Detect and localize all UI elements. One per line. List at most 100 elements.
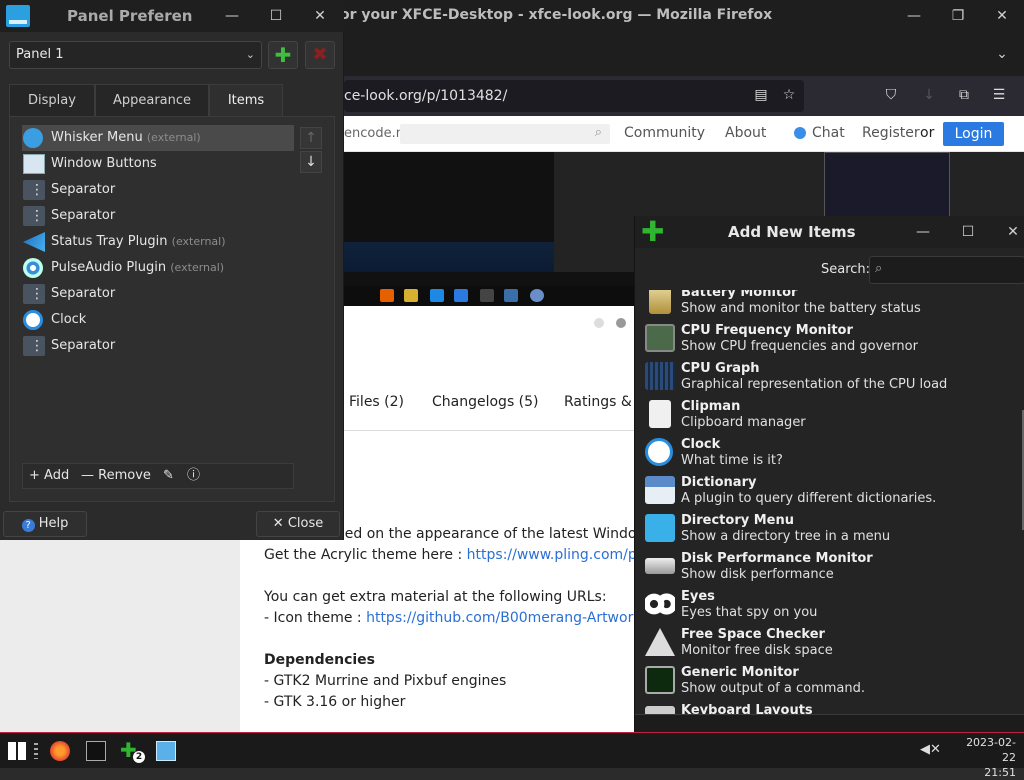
search-icon: ⌕ <box>875 261 883 276</box>
nav-chat[interactable]: Chat <box>812 125 845 141</box>
item-ext: (external) <box>171 235 226 248</box>
list-item[interactable]: Window Buttons <box>22 151 294 177</box>
clock-icon <box>645 438 673 466</box>
nav-register[interactable]: Register <box>862 125 920 141</box>
store-icon <box>430 289 444 302</box>
list-item[interactable]: Dictionary A plugin to query different d… <box>635 472 1024 510</box>
plugin-desc: Show CPU frequencies and governor <box>681 339 918 354</box>
left-gutter <box>0 540 240 732</box>
carousel-dot-active[interactable] <box>616 318 626 328</box>
list-item[interactable]: Clock What time is it? <box>635 434 1024 472</box>
extensions-icon[interactable]: ⧉ <box>955 86 973 104</box>
downloads-icon[interactable]: ↓ <box>920 86 938 104</box>
add-item-button[interactable]: + Add <box>29 464 69 488</box>
list-item[interactable]: Keyboard Layouts <box>635 700 1024 714</box>
tab-appearance[interactable]: Appearance <box>95 84 209 116</box>
list-item[interactable]: Eyes Eyes that spy on you <box>635 586 1024 624</box>
remove-item-button[interactable]: — Remove <box>81 464 151 488</box>
list-item[interactable]: Directory Menu Show a directory tree in … <box>635 510 1024 548</box>
settings-icon <box>504 289 518 302</box>
close-button[interactable]: ✕ Close <box>256 511 340 537</box>
close-icon[interactable]: ✕ <box>1003 222 1023 242</box>
list-item[interactable]: Clock <box>22 307 294 333</box>
panel-preferences-titlebar[interactable]: Panel Preferen — ☐ ✕ <box>0 0 344 32</box>
search-label: Search: <box>821 262 871 277</box>
list-item[interactable]: PulseAudio Plugin (external) <box>22 255 294 281</box>
list-item[interactable]: Generic Monitor Show output of a command… <box>635 662 1024 700</box>
terminal-icon[interactable] <box>86 741 106 761</box>
list-item[interactable]: Status Tray Plugin (external) <box>22 229 294 255</box>
edit-item-button[interactable]: ✎ <box>163 464 174 488</box>
tab-changelogs[interactable]: Changelogs (5) <box>432 394 539 410</box>
list-item[interactable]: Battery Monitor Show and monitor the bat… <box>635 290 1024 320</box>
minimize-icon[interactable]: — <box>904 6 924 26</box>
search-input[interactable]: ⌕ <box>869 256 1024 284</box>
pling-link[interactable]: https://www.pling.com/p/12 <box>467 547 660 563</box>
plugin-name: Battery Monitor <box>681 290 798 300</box>
desc-line-2: Get the Acrylic theme here : https://www… <box>264 547 659 563</box>
desc-acrylic: Get the Acrylic theme here : <box>264 547 463 563</box>
list-item[interactable]: Separator <box>22 333 294 359</box>
tab-items[interactable]: Items <box>209 84 283 116</box>
move-up-button[interactable]: ↑ <box>300 127 322 149</box>
desc-icon-theme: - Icon theme : <box>264 610 362 626</box>
nav-community[interactable]: Community <box>624 125 705 141</box>
site-search-input[interactable]: ⌕ <box>400 124 610 144</box>
panel-select[interactable]: Panel 1 ⌄ <box>9 41 262 69</box>
list-item[interactable]: Free Space Checker Monitor free disk spa… <box>635 624 1024 662</box>
plugin-desc: What time is it? <box>681 453 783 468</box>
list-item[interactable]: Clipman Clipboard manager <box>635 396 1024 434</box>
items-toolbar: + Add — Remove ✎ ⓘ <box>22 463 294 489</box>
move-down-button[interactable]: ↓ <box>300 151 322 173</box>
volume-muted-icon[interactable]: ◀✕ <box>920 742 941 762</box>
clock-icon <box>23 310 43 330</box>
remove-label: Remove <box>98 468 151 483</box>
github-link[interactable]: https://github.com/B00merang-Artwork/W <box>366 610 660 626</box>
help-button[interactable]: ? Help <box>3 511 87 537</box>
list-item[interactable]: Separator <box>22 281 294 307</box>
start-menu-icon[interactable] <box>8 742 26 760</box>
list-item[interactable]: Disk Performance Monitor Show disk perfo… <box>635 548 1024 586</box>
firefox-icon <box>380 289 394 302</box>
item-label: Clock <box>51 312 87 327</box>
maximize-icon[interactable]: ☐ <box>266 6 286 26</box>
list-item[interactable]: Whisker Menu (external) <box>22 125 294 151</box>
url-bar[interactable]: ce-look.org/p/1013482/ ▤ ☆ <box>344 80 804 112</box>
site-search-fragment: encode.n <box>344 126 404 141</box>
pocket-icon[interactable]: ⛉ <box>882 86 900 104</box>
close-icon[interactable]: ✕ <box>992 6 1012 26</box>
login-button[interactable]: Login <box>943 122 1004 146</box>
close-icon[interactable]: ✕ <box>310 6 330 26</box>
carousel-dot[interactable] <box>594 318 604 328</box>
tab-display[interactable]: Display <box>9 84 95 116</box>
menu-icon[interactable]: ☰ <box>990 86 1008 104</box>
panel-app-icon <box>6 5 30 27</box>
clock[interactable]: 2023-02-22 21:51 <box>956 735 1016 780</box>
bookmark-star-icon[interactable]: ☆ <box>780 86 798 104</box>
panel-prefs-icon[interactable] <box>156 741 176 761</box>
about-item-button[interactable]: ⓘ <box>187 464 200 488</box>
panel-preferences-title: Panel Preferen <box>67 7 193 25</box>
minimize-icon[interactable]: — <box>913 222 933 242</box>
item-label: Separator <box>51 208 116 223</box>
whisker-menu-icon <box>23 128 43 148</box>
panel-preferences-window: Panel Preferen — ☐ ✕ Panel 1 ⌄ ✚ ✖ Displ… <box>0 0 344 540</box>
restore-icon[interactable]: ❐ <box>948 6 968 26</box>
info-icon: ⓘ <box>187 468 201 483</box>
nav-about[interactable]: About <box>725 125 766 141</box>
tab-files[interactable]: Files (2) <box>349 394 404 410</box>
add-panel-button[interactable]: ✚ <box>268 41 298 69</box>
minimize-icon[interactable]: — <box>222 6 242 26</box>
list-item[interactable]: CPU Frequency Monitor Show CPU frequenci… <box>635 320 1024 358</box>
list-item[interactable]: CPU Graph Graphical representation of th… <box>635 358 1024 396</box>
firefox-title: or your XFCE-Desktop - xfce-look.org — M… <box>340 7 773 23</box>
tab-list-chevron-icon[interactable]: ⌄ <box>992 44 1012 64</box>
reader-view-icon[interactable]: ▤ <box>752 86 770 104</box>
desc-line-1: based on the appearance of the latest Wi… <box>320 526 637 542</box>
firefox-icon[interactable] <box>50 741 70 761</box>
list-item[interactable]: Separator <box>22 203 294 229</box>
list-item[interactable]: Separator <box>22 177 294 203</box>
remove-panel-button[interactable]: ✖ <box>305 41 335 69</box>
maximize-icon[interactable]: ☐ <box>958 222 978 242</box>
add-new-items-titlebar[interactable]: ✚ Add New Items — ☐ ✕ <box>635 216 1024 248</box>
